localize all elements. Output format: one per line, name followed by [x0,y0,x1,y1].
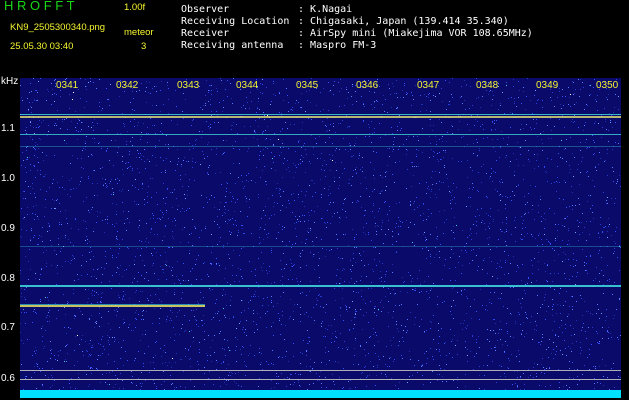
y-tick: 0.8 [1,273,15,284]
frequency-unit: kHz [1,76,19,87]
carrier-trace [20,116,621,118]
reference-line [20,379,621,380]
x-tick: 0343 [177,80,200,91]
signal-trace [20,134,621,135]
signal-trace [20,285,621,287]
station-value-receiver: : AirSpy mini (Miakejima VOR 108.65MHz) [298,28,533,39]
baseline-band [20,390,621,398]
station-label-observer: Observer [181,4,230,15]
x-tick: 0349 [536,80,559,91]
y-tick: 0.7 [1,322,15,333]
meteor-echo-edge [20,304,205,305]
station-value-antenna: : Maspro FM-3 [298,40,377,51]
x-tick: 0344 [236,80,259,91]
station-label-antenna: Receiving antenna [181,40,284,51]
hroft-window: H R O F F T 1.00f KN9_2505300340.png met… [0,0,629,400]
x-tick: 0348 [476,80,499,91]
app-version: 1.00f [124,2,146,13]
signal-trace [20,146,621,147]
station-label-receiver: Receiver [181,28,230,39]
x-tick: 0350 [596,80,619,91]
y-tick: 1.0 [1,173,15,184]
station-label-location: Receiving Location [181,16,290,27]
x-tick: 0345 [296,80,319,91]
y-tick: 0.6 [1,373,15,384]
y-tick: 0.9 [1,223,15,234]
y-tick: 1.1 [1,123,15,134]
image-filename: KN9_2505300340.png [10,22,106,33]
station-value-observer: : K.Nagai [298,4,353,15]
reference-line [20,370,621,371]
signal-trace [20,246,621,247]
meteor-count: 3 [141,41,147,52]
meteor-label: meteor [124,27,154,38]
x-tick: 0346 [356,80,379,91]
app-logo: H R O F F T [4,0,75,13]
x-tick: 0341 [56,80,79,91]
x-tick: 0342 [116,80,139,91]
spectrogram-image [20,78,621,398]
x-tick: 0347 [417,80,440,91]
meteor-echo-trace [20,305,205,307]
capture-timestamp: 25.05.30 03:40 [10,41,74,52]
carrier-trace-edge [20,114,621,115]
spectrogram [20,78,621,398]
station-value-location: : Chigasaki, Japan (139.414 35.340) [298,16,509,27]
spectrum-background [20,78,621,398]
